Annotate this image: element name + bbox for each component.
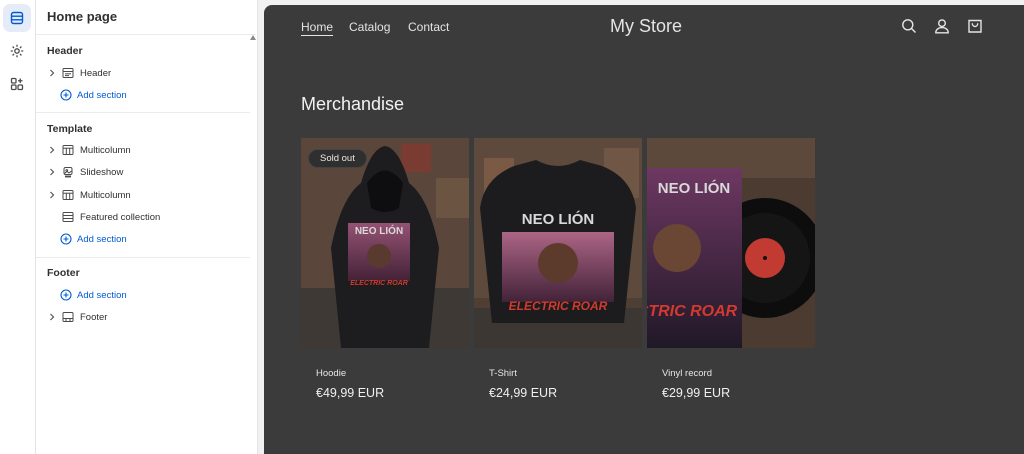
add-section-label: Add section	[77, 233, 127, 245]
sections-sidebar: Home page Header Header Add section Temp…	[36, 0, 258, 454]
cart-icon[interactable]	[967, 18, 983, 34]
section-label: Featured collection	[80, 211, 161, 223]
product-name[interactable]: Vinyl record	[662, 368, 712, 379]
sections-icon	[10, 11, 24, 25]
tshirt-print-title: NEO LIÓN	[522, 210, 595, 228]
sections-button[interactable]	[3, 4, 31, 32]
divider	[36, 257, 250, 258]
product-name[interactable]: T-Shirt	[489, 368, 517, 379]
theme-editor: Home page Header Header Add section Temp…	[0, 0, 1024, 454]
divider	[36, 34, 256, 35]
add-section-label: Add section	[77, 89, 127, 101]
add-section-label: Add section	[77, 289, 127, 301]
hoodie-print-title: NEO LIÓN	[355, 224, 403, 237]
footer-layout-icon	[60, 311, 76, 323]
account-icon[interactable]	[934, 18, 950, 34]
multicolumn-icon	[60, 144, 76, 156]
vinyl-print-title: NEO LIÓN	[658, 179, 731, 197]
product-name[interactable]: Hoodie	[316, 368, 346, 379]
product-card-hoodie[interactable]: NEO LIÓN ELECTRIC ROAR Sold out Hoodie €…	[301, 138, 469, 400]
chevron-right-icon[interactable]	[46, 191, 58, 199]
app-embeds-button[interactable]	[3, 70, 31, 98]
section-label: Multicolumn	[80, 189, 131, 201]
group-label-footer: Footer	[47, 267, 80, 279]
product-image[interactable]: NEO LIÓN ELECTRIC ROAR Sold out	[301, 138, 469, 348]
chevron-right-icon[interactable]	[46, 313, 58, 321]
hoodie-print-subtitle: ELECTRIC ROAR	[350, 280, 408, 287]
page-title: Home page	[47, 9, 118, 24]
plus-circle-icon	[60, 89, 72, 101]
icon-rail	[0, 0, 36, 454]
slideshow-icon	[60, 166, 76, 178]
multicolumn-icon	[60, 189, 76, 201]
section-item-multicolumn[interactable]: Multicolumn	[46, 140, 246, 160]
product-price: €24,99 EUR	[489, 386, 558, 400]
chevron-right-icon[interactable]	[46, 168, 58, 176]
settings-icon	[10, 44, 24, 58]
section-label: Header	[80, 67, 112, 79]
chevron-right-icon[interactable]	[46, 69, 58, 77]
plus-circle-icon	[60, 289, 72, 301]
product-image[interactable]: NEO LIÓN ELECTRIC ROAR	[474, 138, 642, 348]
section-label: Multicolumn	[80, 144, 131, 156]
add-section-button-footer[interactable]: Add section	[60, 285, 127, 305]
section-item-footer[interactable]: Footer	[46, 307, 246, 327]
store-preview: Home Catalog Contact My Store Merchandis…	[264, 5, 1024, 454]
theme-settings-button[interactable]	[3, 37, 31, 65]
section-item-multicolumn[interactable]: Multicolumn	[46, 185, 246, 205]
header-layout-icon	[60, 67, 76, 79]
group-label-template: Template	[47, 123, 93, 135]
search-icon[interactable]	[901, 18, 917, 34]
product-card-vinyl[interactable]: NEO LIÓN CTRIC ROAR Vinyl record €29,99 …	[647, 138, 815, 400]
collection-icon	[60, 211, 76, 223]
apps-icon	[10, 77, 24, 91]
chevron-right-icon[interactable]	[46, 146, 58, 154]
add-section-button-template[interactable]: Add section	[60, 229, 127, 249]
section-item-slideshow[interactable]: Slideshow	[46, 162, 246, 182]
nav-link-catalog[interactable]: Catalog	[349, 20, 390, 34]
section-item-header[interactable]: Header	[46, 63, 246, 83]
product-price: €29,99 EUR	[662, 386, 731, 400]
vinyl-print-subtitle: CTRIC ROAR	[647, 303, 738, 320]
nav-link-home[interactable]: Home	[301, 20, 333, 34]
plus-circle-icon	[60, 233, 72, 245]
nav-link-contact[interactable]: Contact	[408, 20, 449, 34]
collection-title: Merchandise	[301, 94, 405, 114]
section-label: Footer	[80, 311, 108, 323]
section-item-featured-collection[interactable]: Featured collection	[46, 207, 246, 227]
divider	[36, 112, 250, 113]
group-label-header: Header	[47, 45, 83, 57]
store-logo-text[interactable]: My Store	[610, 16, 682, 37]
section-label: Slideshow	[80, 166, 124, 178]
product-price: €49,99 EUR	[316, 386, 385, 400]
product-image[interactable]: NEO LIÓN CTRIC ROAR	[647, 138, 815, 348]
sold-out-badge: Sold out	[308, 149, 367, 168]
product-card-tshirt[interactable]: NEO LIÓN ELECTRIC ROAR T-Shirt €24,99 EU…	[474, 138, 642, 400]
tshirt-print-subtitle: ELECTRIC ROAR	[509, 299, 608, 313]
scroll-up-arrow[interactable]	[250, 35, 256, 40]
add-section-button-header[interactable]: Add section	[60, 85, 127, 105]
